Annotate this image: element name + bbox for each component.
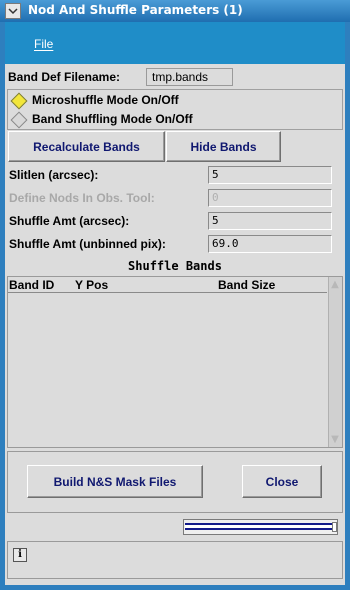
column-band-size[interactable]: Band Size xyxy=(218,278,275,292)
progress-bar-fill xyxy=(185,523,333,530)
band-def-label: Band Def Filename: xyxy=(8,70,121,84)
status-area xyxy=(7,541,343,579)
progress-bar-end xyxy=(332,522,337,532)
column-band-id[interactable]: Band ID xyxy=(9,278,54,292)
shuffle-amt-pix-field[interactable]: 69.0 xyxy=(208,235,332,253)
menu-file[interactable]: File xyxy=(34,37,53,51)
shuffle-amt-arcsec-field[interactable]: 5 xyxy=(208,212,332,230)
microshuffle-label[interactable]: Microshuffle Mode On/Off xyxy=(32,93,179,107)
menubar xyxy=(5,22,345,64)
define-nods-field: 0 xyxy=(208,189,332,207)
define-nods-label: Define Nods In Obs. Tool: xyxy=(9,191,155,205)
slitlen-field[interactable]: 5 xyxy=(208,166,332,184)
window-menu-icon[interactable] xyxy=(5,3,21,19)
column-y-pos[interactable]: Y Pos xyxy=(75,278,108,292)
hide-bands-button[interactable]: Hide Bands xyxy=(166,131,281,162)
info-icon: i xyxy=(13,548,27,562)
build-mask-files-button[interactable]: Build N&S Mask Files xyxy=(27,465,203,498)
band-def-filename-field[interactable]: tmp.bands xyxy=(146,68,233,86)
shuffle-bands-list[interactable] xyxy=(7,276,343,448)
window-title: Nod And Shuffle Parameters (1) xyxy=(28,3,243,17)
close-button[interactable]: Close xyxy=(242,465,322,498)
shuffle-amt-pix-label: Shuffle Amt (unbinned pix): xyxy=(9,237,166,251)
shuffle-bands-header xyxy=(8,277,327,293)
recalculate-bands-button[interactable]: Recalculate Bands xyxy=(8,131,165,162)
shuffle-amt-arcsec-label: Shuffle Amt (arcsec): xyxy=(9,214,130,228)
slitlen-label: Slitlen (arcsec): xyxy=(9,168,99,182)
shuffle-bands-title: Shuffle Bands xyxy=(128,259,222,273)
scroll-up-icon[interactable]: ▲ xyxy=(329,279,341,291)
band-shuffling-label[interactable]: Band Shuffling Mode On/Off xyxy=(32,112,193,126)
scroll-down-icon[interactable]: ▼ xyxy=(329,434,341,446)
bands-scrollbar[interactable] xyxy=(328,277,342,447)
